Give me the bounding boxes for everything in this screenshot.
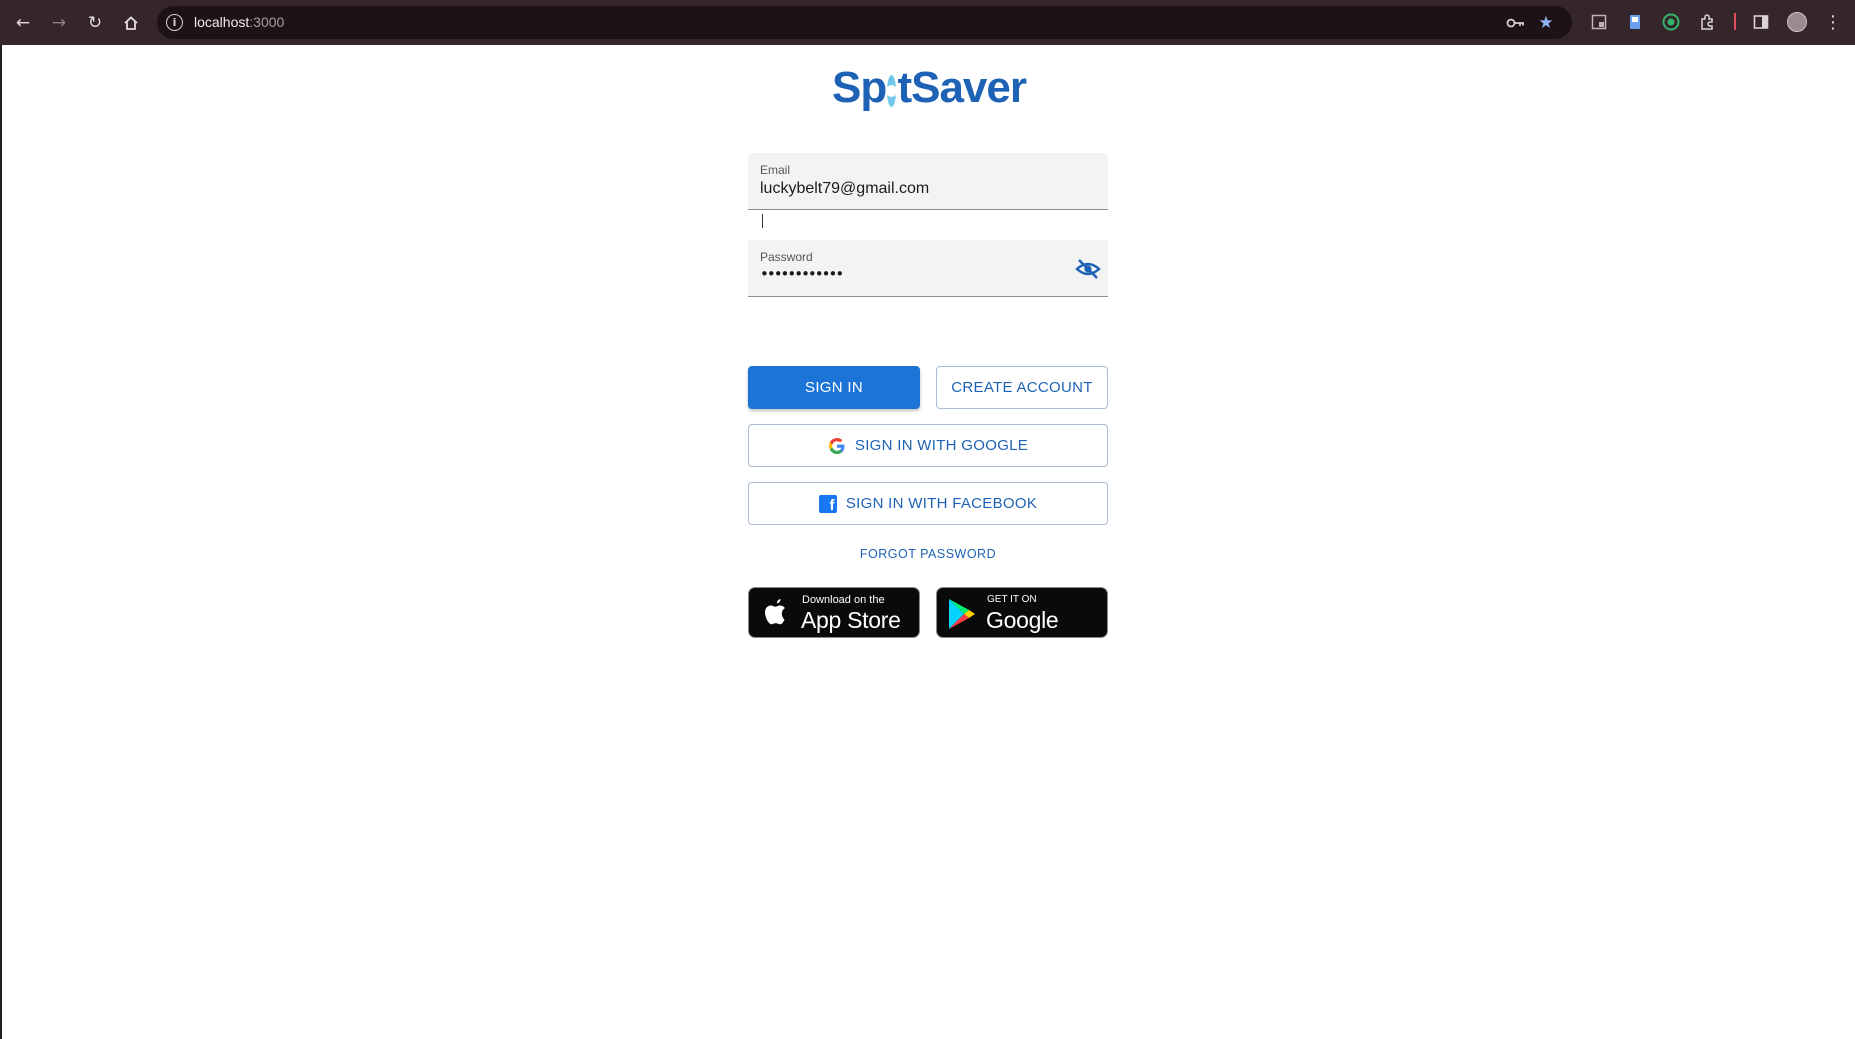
text-caret [762, 214, 763, 228]
url-text: localhost:3000 [194, 14, 285, 30]
google-play-small-text: GET IT ON [987, 594, 1037, 605]
google-sign-in-label: SIGN IN WITH GOOGLE [854, 437, 1029, 454]
facebook-sign-in-button[interactable]: f SIGN IN WITH FACEBOOK [748, 482, 1108, 525]
address-bar[interactable]: i localhost:3000 ★ [157, 6, 1572, 39]
apple-icon [765, 599, 785, 625]
email-field[interactable]: Email [748, 153, 1108, 210]
google-play-badge[interactable]: GET IT ON Google Play [936, 587, 1108, 660]
app-store-badge[interactable]: Download on the App Store [748, 587, 920, 638]
google-icon [828, 437, 845, 454]
bookmark-star-icon[interactable]: ★ [1536, 13, 1556, 33]
google-sign-in-button[interactable]: SIGN IN WITH GOOGLE [748, 424, 1108, 467]
forward-arrow-icon[interactable]: → [47, 11, 71, 35]
toolbar-separator [1734, 13, 1736, 30]
extension-target-icon[interactable] [1660, 11, 1682, 33]
hide-password-eye-icon[interactable] [1075, 258, 1101, 280]
side-panel-icon[interactable] [1750, 11, 1772, 33]
app-store-big-text: App Store [801, 607, 901, 633]
site-info-icon[interactable]: i [166, 14, 183, 31]
home-icon[interactable] [119, 11, 143, 35]
extension-window-icon[interactable] [1588, 11, 1610, 33]
email-input[interactable] [760, 180, 1060, 198]
password-key-icon[interactable] [1506, 13, 1526, 33]
facebook-icon: f [818, 494, 837, 513]
forgot-password-link[interactable]: FORGOT PASSWORD [748, 547, 1108, 561]
back-arrow-icon[interactable]: ← [11, 11, 35, 35]
password-field[interactable]: Password •••••••••••• [748, 240, 1108, 297]
password-input[interactable]: •••••••••••• [760, 265, 1060, 283]
google-play-icon [949, 599, 975, 629]
sign-in-button[interactable]: SIGN IN [748, 366, 920, 409]
extensions-puzzle-icon[interactable] [1696, 11, 1718, 33]
extension-doc-icon[interactable] [1624, 11, 1646, 33]
spotsaver-logo: Sp tSaver [832, 63, 1027, 112]
logo-target-icon [887, 75, 897, 107]
create-account-button[interactable]: CREATE ACCOUNT [936, 366, 1108, 409]
browser-toolbar: ← → ↻ i localhost:3000 ★ ⋮ [0, 0, 1855, 45]
profile-avatar-icon[interactable] [1786, 11, 1808, 33]
app-store-small-text: Download on the [802, 594, 885, 606]
google-play-big-text: Google Play [986, 607, 1059, 660]
email-label: Email [760, 163, 791, 177]
browser-menu-icon[interactable]: ⋮ [1822, 11, 1844, 33]
facebook-sign-in-label: SIGN IN WITH FACEBOOK [845, 495, 1038, 512]
password-label: Password [760, 250, 813, 264]
window-edge [0, 45, 2, 1039]
reload-icon[interactable]: ↻ [83, 11, 107, 35]
